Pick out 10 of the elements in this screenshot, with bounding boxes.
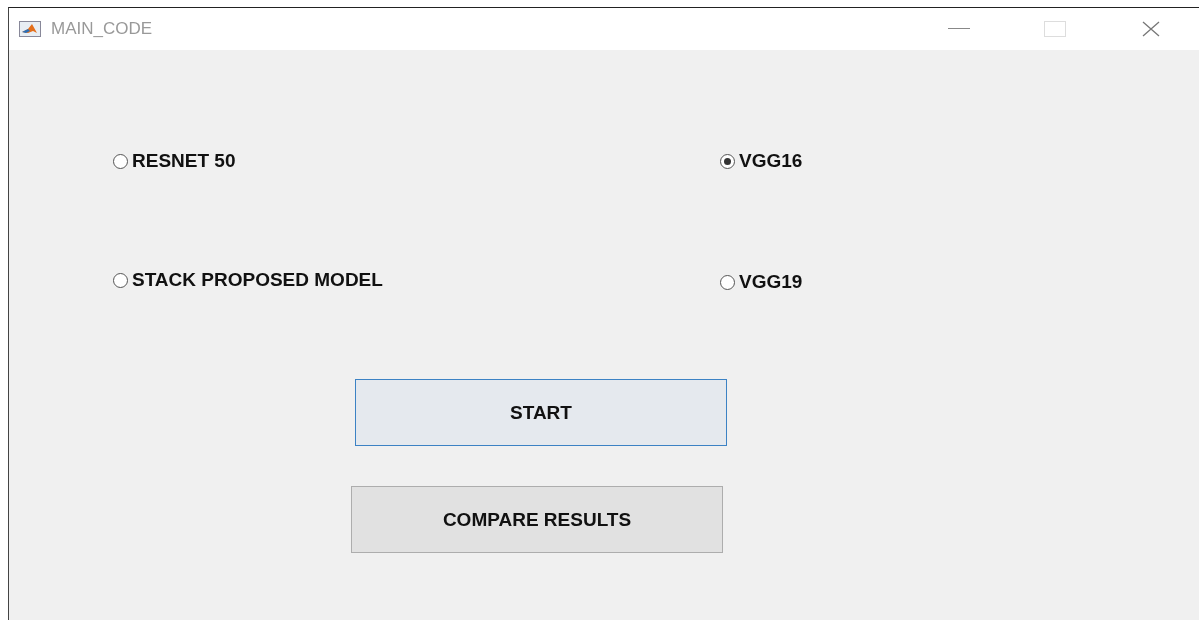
radio-option[interactable]: VGG19 [720,271,803,293]
radio-option[interactable]: VGG16 [720,150,803,172]
app-logo-icon [19,21,41,37]
radio-option[interactable]: STACK PROPOSED MODEL [113,267,383,293]
start-button[interactable]: START [355,379,727,446]
close-icon[interactable] [1141,21,1161,37]
minimize-icon[interactable] [948,28,970,30]
compare-results-button[interactable]: COMPARE RESULTS [351,486,723,553]
window-title: MAIN_CODE [51,19,153,39]
radio-option[interactable]: RESNET 50 [113,150,236,172]
